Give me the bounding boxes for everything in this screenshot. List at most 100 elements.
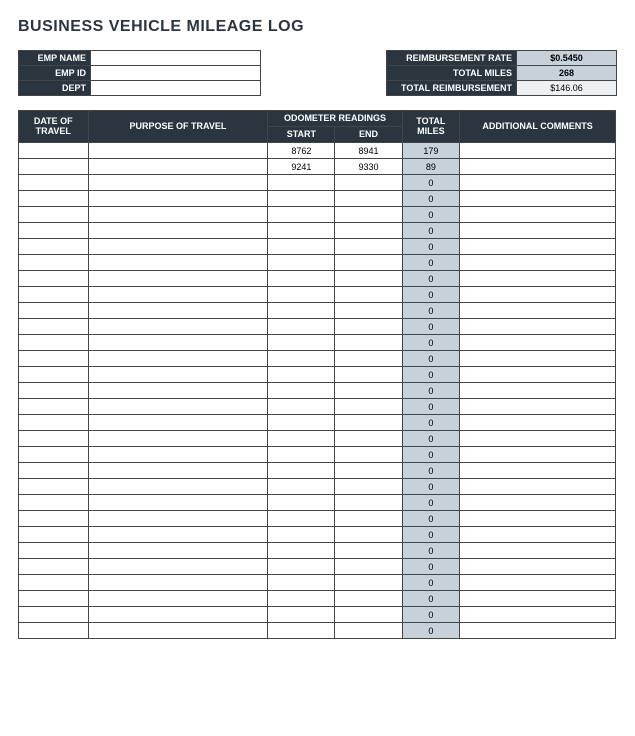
end-cell[interactable]: [335, 351, 402, 367]
comments-cell[interactable]: [460, 527, 616, 543]
start-cell[interactable]: [268, 463, 335, 479]
comments-cell[interactable]: [460, 543, 616, 559]
comments-cell[interactable]: [460, 143, 616, 159]
start-cell[interactable]: [268, 559, 335, 575]
comments-cell[interactable]: [460, 623, 616, 639]
comments-cell[interactable]: [460, 335, 616, 351]
date-cell[interactable]: [19, 591, 89, 607]
comments-cell[interactable]: [460, 159, 616, 175]
comments-cell[interactable]: [460, 255, 616, 271]
end-cell[interactable]: [335, 239, 402, 255]
date-cell[interactable]: [19, 239, 89, 255]
start-cell[interactable]: [268, 303, 335, 319]
purpose-cell[interactable]: [88, 511, 268, 527]
comments-cell[interactable]: [460, 223, 616, 239]
date-cell[interactable]: [19, 383, 89, 399]
comments-cell[interactable]: [460, 367, 616, 383]
purpose-cell[interactable]: [88, 191, 268, 207]
purpose-cell[interactable]: [88, 367, 268, 383]
comments-cell[interactable]: [460, 511, 616, 527]
date-cell[interactable]: [19, 287, 89, 303]
comments-cell[interactable]: [460, 591, 616, 607]
date-cell[interactable]: [19, 143, 89, 159]
purpose-cell[interactable]: [88, 431, 268, 447]
purpose-cell[interactable]: [88, 559, 268, 575]
comments-cell[interactable]: [460, 175, 616, 191]
comments-cell[interactable]: [460, 351, 616, 367]
date-cell[interactable]: [19, 399, 89, 415]
comments-cell[interactable]: [460, 287, 616, 303]
start-cell[interactable]: [268, 447, 335, 463]
start-cell[interactable]: [268, 319, 335, 335]
purpose-cell[interactable]: [88, 447, 268, 463]
end-cell[interactable]: [335, 575, 402, 591]
purpose-cell[interactable]: [88, 351, 268, 367]
start-cell[interactable]: [268, 623, 335, 639]
start-cell[interactable]: [268, 495, 335, 511]
end-cell[interactable]: [335, 255, 402, 271]
purpose-cell[interactable]: [88, 463, 268, 479]
start-cell[interactable]: 9241: [268, 159, 335, 175]
end-cell[interactable]: [335, 463, 402, 479]
end-cell[interactable]: [335, 303, 402, 319]
comments-cell[interactable]: [460, 383, 616, 399]
start-cell[interactable]: [268, 607, 335, 623]
comments-cell[interactable]: [460, 431, 616, 447]
comments-cell[interactable]: [460, 207, 616, 223]
purpose-cell[interactable]: [88, 159, 268, 175]
end-cell[interactable]: [335, 527, 402, 543]
start-cell[interactable]: [268, 479, 335, 495]
purpose-cell[interactable]: [88, 335, 268, 351]
date-cell[interactable]: [19, 607, 89, 623]
end-cell[interactable]: [335, 511, 402, 527]
emp-name-input[interactable]: [91, 51, 261, 66]
purpose-cell[interactable]: [88, 479, 268, 495]
start-cell[interactable]: [268, 543, 335, 559]
start-cell[interactable]: [268, 255, 335, 271]
date-cell[interactable]: [19, 559, 89, 575]
start-cell[interactable]: [268, 527, 335, 543]
purpose-cell[interactable]: [88, 543, 268, 559]
comments-cell[interactable]: [460, 271, 616, 287]
date-cell[interactable]: [19, 351, 89, 367]
purpose-cell[interactable]: [88, 303, 268, 319]
start-cell[interactable]: [268, 399, 335, 415]
date-cell[interactable]: [19, 335, 89, 351]
purpose-cell[interactable]: [88, 239, 268, 255]
end-cell[interactable]: [335, 223, 402, 239]
date-cell[interactable]: [19, 223, 89, 239]
dept-input[interactable]: [91, 81, 261, 96]
start-cell[interactable]: [268, 191, 335, 207]
start-cell[interactable]: [268, 591, 335, 607]
end-cell[interactable]: [335, 431, 402, 447]
start-cell[interactable]: 8762: [268, 143, 335, 159]
start-cell[interactable]: [268, 271, 335, 287]
end-cell[interactable]: [335, 399, 402, 415]
date-cell[interactable]: [19, 527, 89, 543]
comments-cell[interactable]: [460, 399, 616, 415]
date-cell[interactable]: [19, 191, 89, 207]
end-cell[interactable]: [335, 175, 402, 191]
purpose-cell[interactable]: [88, 175, 268, 191]
start-cell[interactable]: [268, 239, 335, 255]
end-cell[interactable]: [335, 415, 402, 431]
purpose-cell[interactable]: [88, 527, 268, 543]
purpose-cell[interactable]: [88, 383, 268, 399]
date-cell[interactable]: [19, 415, 89, 431]
comments-cell[interactable]: [460, 607, 616, 623]
end-cell[interactable]: [335, 335, 402, 351]
date-cell[interactable]: [19, 463, 89, 479]
comments-cell[interactable]: [460, 303, 616, 319]
end-cell[interactable]: [335, 207, 402, 223]
start-cell[interactable]: [268, 175, 335, 191]
purpose-cell[interactable]: [88, 399, 268, 415]
end-cell[interactable]: [335, 479, 402, 495]
date-cell[interactable]: [19, 159, 89, 175]
date-cell[interactable]: [19, 575, 89, 591]
comments-cell[interactable]: [460, 575, 616, 591]
date-cell[interactable]: [19, 447, 89, 463]
date-cell[interactable]: [19, 367, 89, 383]
purpose-cell[interactable]: [88, 255, 268, 271]
date-cell[interactable]: [19, 511, 89, 527]
date-cell[interactable]: [19, 207, 89, 223]
